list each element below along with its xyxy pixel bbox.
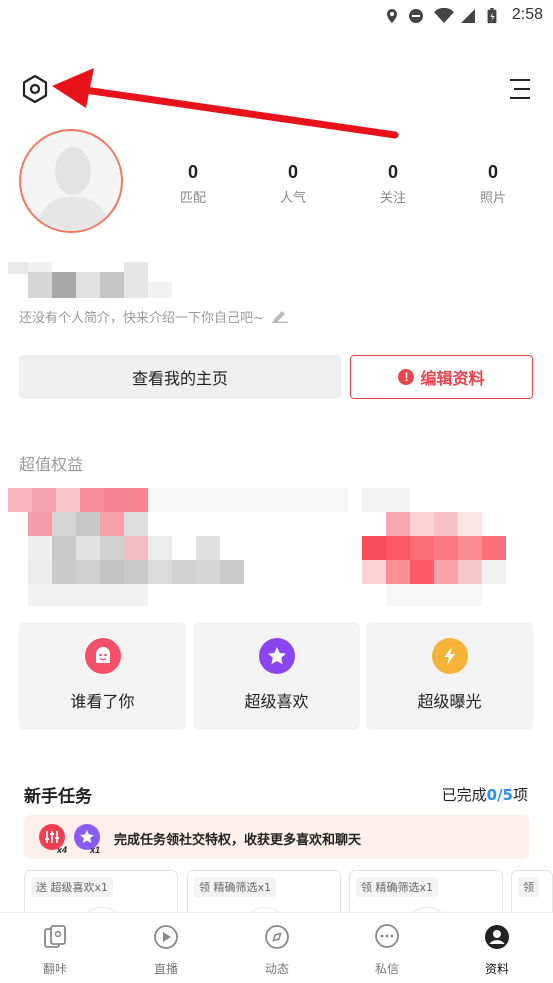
nav-label: 私信	[374, 962, 399, 976]
stat-value: 0	[287, 162, 298, 182]
card-super-exposure[interactable]: 超级曝光	[366, 622, 533, 730]
pencil-icon	[272, 311, 289, 323]
nav-label: 翻咔	[42, 962, 67, 976]
badge-x4: x4	[57, 845, 68, 855]
task-tag: 领	[518, 877, 539, 897]
banner-text: 完成任务领社交特权，收获更多喜欢和聊天	[114, 833, 362, 848]
status-bar: 2:58	[0, 0, 553, 32]
clock: 2:58	[511, 6, 543, 23]
play-icon	[154, 925, 178, 949]
nav-item-profile[interactable]: 资料	[462, 923, 532, 977]
face-icon	[84, 638, 121, 674]
progress-done: 0	[486, 786, 498, 804]
star-icon	[258, 638, 295, 674]
card-label: 谁看了你	[70, 692, 135, 711]
battery-charging-icon	[487, 8, 497, 24]
stat-value: 0	[487, 162, 498, 182]
card-super-like[interactable]: 超级喜欢	[193, 622, 360, 730]
annotation-arrow-icon	[52, 68, 399, 139]
lightning-icon	[431, 638, 468, 674]
username-blurred	[8, 262, 173, 300]
location-icon	[387, 9, 397, 23]
stat-photos[interactable]: 0 照片	[453, 162, 533, 206]
stat-matches[interactable]: 0 匹配	[153, 162, 233, 206]
nav-item-live[interactable]: 直播	[131, 923, 201, 977]
menu-icon[interactable]	[507, 76, 533, 102]
stat-value: 0	[187, 162, 198, 182]
stat-following[interactable]: 0 关注	[353, 162, 433, 206]
tasks-progress: 已完成0/5项	[442, 784, 528, 805]
bio-edit[interactable]: 还没有个人简介，快来介绍一下你自己吧~	[19, 307, 289, 326]
signal-icon	[461, 9, 475, 23]
nav-label: 直播	[153, 962, 178, 976]
card-who-viewed-me[interactable]: 谁看了你	[19, 622, 186, 730]
do-not-disturb-icon	[409, 9, 423, 23]
bottom-nav: 翻咔 直播 动态 私信 资料	[0, 913, 553, 983]
stat-label: 照片	[479, 191, 506, 206]
stat-value: 0	[387, 162, 398, 182]
profile-icon	[485, 925, 509, 949]
task-tag: 送 超级喜欢x1	[31, 877, 114, 897]
stat-label: 人气	[279, 191, 306, 206]
chat-icon	[375, 924, 399, 948]
compass-icon	[265, 925, 289, 949]
nav-label: 动态	[264, 962, 289, 976]
bio-text: 还没有个人简介，快来介绍一下你自己吧~	[19, 311, 264, 326]
badge-x1: x1	[90, 845, 101, 855]
edit-profile-label: 编辑资料	[420, 369, 485, 388]
wifi-icon	[434, 8, 454, 23]
nav-item-messages[interactable]: 私信	[352, 923, 422, 977]
edit-profile-button[interactable]: ! 编辑资料	[350, 355, 533, 399]
nav-label: 资料	[484, 962, 509, 976]
progress-suffix: 项	[512, 786, 528, 804]
tasks-banner[interactable]: x4 x1 完成任务领社交特权，收获更多喜欢和聊天	[24, 815, 529, 859]
progress-total: /5	[497, 786, 513, 804]
view-homepage-label: 查看我的主页	[131, 369, 228, 388]
stat-label: 匹配	[179, 191, 206, 206]
stat-label: 关注	[379, 191, 406, 206]
card-label: 超级喜欢	[244, 692, 309, 711]
benefits-banner-blurred[interactable]	[8, 488, 530, 610]
task-tag: 领 精确筛选x1	[356, 877, 439, 897]
card-label: 超级曝光	[417, 692, 482, 711]
nav-item-feed[interactable]: 动态	[242, 923, 312, 977]
progress-prefix: 已完成	[441, 786, 487, 804]
stat-popularity[interactable]: 0 人气	[253, 162, 333, 206]
tasks-title: 新手任务	[24, 787, 92, 807]
view-homepage-button[interactable]: 查看我的主页	[19, 355, 341, 399]
task-tag: 领 精确筛选x1	[194, 877, 277, 897]
cards-icon	[44, 925, 66, 948]
nav-item-swipe[interactable]: 翻咔	[20, 923, 90, 977]
alert-icon: !	[398, 369, 415, 385]
benefits-title: 超值权益	[19, 455, 84, 474]
